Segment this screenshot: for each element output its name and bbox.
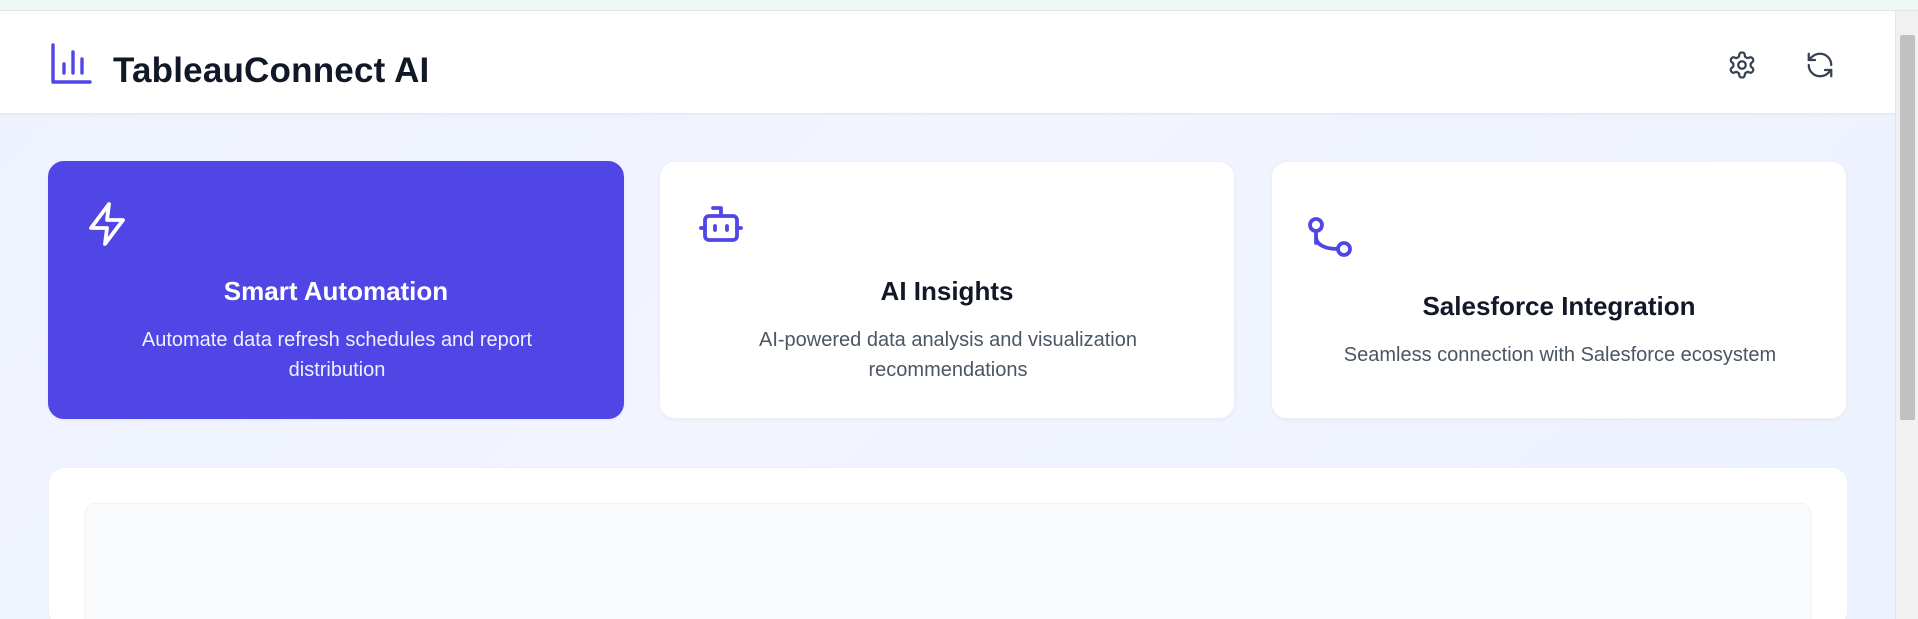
bar-chart-icon (49, 42, 93, 86)
feature-card-description: Seamless connection with Salesforce ecos… (1343, 344, 1777, 366)
git-branch-icon (1306, 213, 1354, 261)
gear-icon (1727, 50, 1757, 85)
vertical-scrollbar[interactable] (1895, 11, 1918, 619)
lightning-icon (83, 200, 131, 248)
feature-card-title: Salesforce Integration (1422, 291, 1696, 321)
feature-card-smart-automation[interactable]: Smart Automation Automate data refresh s… (48, 161, 624, 419)
main-content-panel (48, 467, 1848, 619)
feature-card-description: AI-powered data analysis and visualizati… (759, 329, 1137, 381)
robot-icon (697, 200, 745, 248)
feature-card-title: Smart Automation (223, 276, 449, 306)
settings-button[interactable] (1720, 45, 1764, 89)
feature-card-title: AI Insights (880, 276, 1014, 306)
app-header: TableauConnect AI (0, 11, 1895, 114)
app-title: TableauConnect AI (113, 51, 430, 90)
feature-card-salesforce-integration[interactable]: Salesforce Integration Seamless connecti… (1271, 161, 1847, 419)
refresh-button[interactable] (1798, 45, 1842, 89)
feature-card-description: Automate data refresh schedules and repo… (141, 329, 533, 381)
browser-top-strip (0, 0, 1918, 11)
feature-card-ai-insights[interactable]: AI Insights AI-powered data analysis and… (659, 161, 1235, 419)
main-content-area (84, 503, 1812, 619)
refresh-icon (1805, 50, 1835, 85)
scrollbar-thumb[interactable] (1900, 35, 1915, 420)
